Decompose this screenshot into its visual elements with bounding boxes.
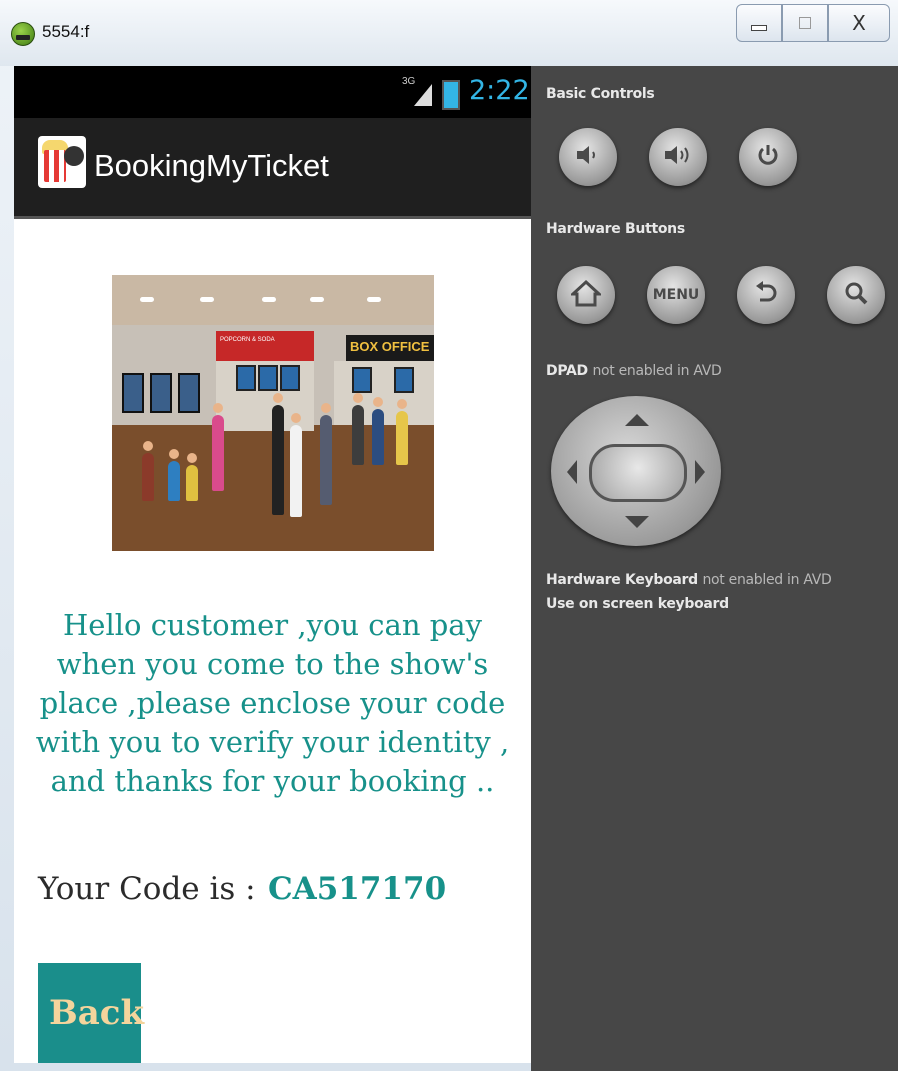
menu-screen [236,365,256,391]
power-icon [756,143,780,171]
ceiling-light [140,297,154,302]
person-figure [272,405,284,515]
status-time: 2:22 [469,75,530,106]
window-titlebar[interactable]: 5554:f X [0,0,898,66]
emulator-window: 5554:f X 3G 2:22 BookingMyTicket POPCORN… [0,0,898,1071]
menu-screen [258,365,278,391]
back-icon [752,279,780,311]
battery-icon [442,80,460,110]
payment-message: Hello customer ,you can pay when you com… [35,608,510,798]
popcorn-sign [216,331,314,361]
volume-up-button[interactable] [649,128,707,186]
keyboard-status: Hardware Keyboard not enabled in AVD [546,572,832,588]
window-title: 5554:f [42,22,90,41]
ceiling-light [310,297,324,302]
code-label: Your Code is : [38,871,256,907]
person-head [397,399,407,409]
dpad-label: DPAD [546,363,588,379]
ticket-screen [394,367,414,393]
person-figure [352,405,364,465]
person-head [373,397,383,407]
person-figure [168,461,180,501]
person-head [187,453,197,463]
minimize-button[interactable] [736,4,782,42]
box-office-text: BOX OFFICE [350,339,430,354]
basic-controls-label: Basic Controls [546,86,655,102]
ceiling-light [367,297,381,302]
keyboard-hint: Use on screen keyboard [546,596,729,612]
menu-screen [280,365,300,391]
ceiling-light [262,297,276,302]
person-head [169,449,179,459]
person-figure [186,465,198,501]
popcorn-box [44,150,66,182]
booking-code: CA517170 [268,871,447,907]
volume-down-icon [574,143,602,171]
person-head [143,441,153,451]
back-button-label: Back [49,993,145,1033]
dpad[interactable] [551,396,721,546]
film-reel-icon [64,146,84,166]
person-head [353,393,363,403]
maximize-button[interactable] [782,4,828,42]
search-button[interactable] [827,266,885,324]
close-button[interactable]: X [828,4,890,42]
minimize-icon [751,25,767,31]
ceiling-light [200,297,214,302]
person-head [213,403,223,413]
person-figure [320,415,332,505]
hardware-buttons-label: Hardware Buttons [546,221,685,237]
popcorn-sign-text: POPCORN & SODA [220,337,275,343]
person-figure [372,409,384,465]
cinema-lobby-image: POPCORN & SODA BOX OFFICE [112,275,434,551]
dpad-status: DPAD not enabled in AVD [546,363,722,379]
window-controls: X [736,4,890,42]
dpad-down-icon[interactable] [625,516,649,528]
back-hw-button[interactable] [737,266,795,324]
volume-up-icon [663,143,693,171]
dpad-right-icon[interactable] [695,460,705,484]
movie-poster [178,373,200,413]
signal-icon [414,84,432,106]
movie-poster [150,373,172,413]
app-title: BookingMyTicket [94,148,329,183]
ticket-screen [352,367,372,393]
person-figure [290,425,302,517]
person-figure [212,415,224,491]
person-figure [396,411,408,465]
movie-poster [122,373,144,413]
person-head [321,403,331,413]
emulator-controls-panel: Basic Controls Hardware Buttons MENU DPA… [531,66,898,1071]
keyboard-label: Hardware Keyboard [546,572,698,588]
power-button[interactable] [739,128,797,186]
action-bar: BookingMyTicket [14,118,531,219]
device-screen: 3G 2:22 BookingMyTicket POPCORN & SODA B… [14,66,531,1063]
person-head [291,413,301,423]
menu-button[interactable]: MENU [647,266,705,324]
close-icon: X [852,11,866,35]
android-icon [11,22,35,46]
home-icon [569,279,603,311]
keyboard-note: not enabled in AVD [702,572,832,588]
maximize-icon [799,17,811,29]
popcorn-film-icon [38,136,86,188]
person-figure [142,453,154,501]
ticket-counter [334,361,434,425]
volume-down-button[interactable] [559,128,617,186]
dpad-up-icon[interactable] [625,414,649,426]
dpad-left-icon[interactable] [567,460,577,484]
dpad-note: not enabled in AVD [592,363,722,379]
search-icon [843,280,869,310]
person-head [273,393,283,403]
home-button[interactable] [557,266,615,324]
menu-label: MENU [652,287,700,303]
status-bar: 3G 2:22 [14,66,531,118]
dpad-center-button[interactable] [589,444,687,502]
back-button[interactable]: Back [38,963,145,1063]
